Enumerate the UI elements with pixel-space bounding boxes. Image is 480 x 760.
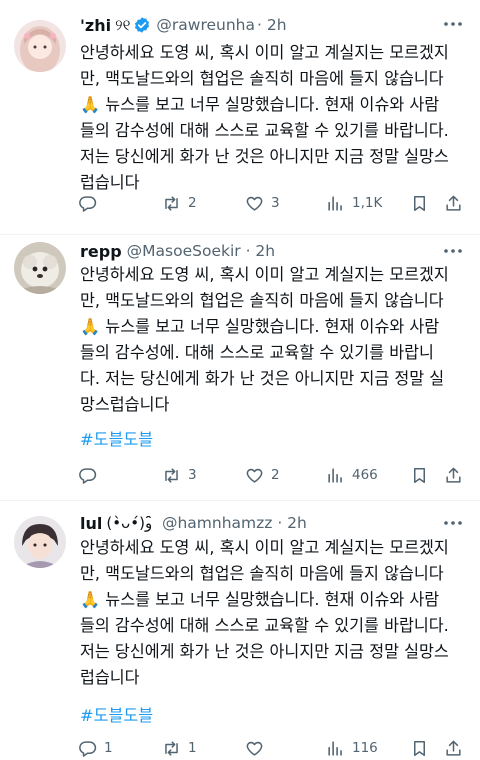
user-handle[interactable]: @rawreunha <box>156 16 255 34</box>
views-button[interactable]: 116 <box>326 736 378 760</box>
tweet-2[interactable]: repp @MasoeSoekir · 2h 안녕하세요 도영 씨, 혹시 이미… <box>0 236 480 498</box>
views-icon <box>328 740 342 756</box>
bookmark-button[interactable] <box>410 736 429 760</box>
heart-icon <box>246 196 263 211</box>
retweet-count: 1 <box>188 740 197 756</box>
reply-icon <box>79 195 97 212</box>
like-count: 2 <box>271 467 280 483</box>
avatar[interactable] <box>14 516 66 568</box>
bookmark-icon <box>413 467 426 483</box>
bookmark-icon <box>413 740 426 756</box>
retweet-count: 3 <box>188 467 197 483</box>
tweet-actions: 1 1 116 <box>78 736 478 760</box>
tweet-text-line: 저는 당신에게 화가 난 것은 아니지만 지금 정말 실망스 <box>80 147 449 166</box>
tweet-text-line: 들의 감수성에. 대해 스스로 교육할 수 있기를 바랍니 <box>80 343 434 362</box>
retweet-button[interactable]: 1 <box>162 736 197 760</box>
tweet-text-line: 만, 맥도날드와의 협업은 솔직히 마음에 들지 않습니다 <box>80 564 444 583</box>
reply-button[interactable] <box>78 463 104 487</box>
share-icon <box>446 740 461 756</box>
tweet-text: 안녕하세요 도영 씨, 혹시 이미 알고 계실지는 모르겠지 만, 맥도날드와의… <box>80 40 472 196</box>
share-button[interactable] <box>444 463 463 487</box>
tweet-header: lul (•̀ᴗ•́)و ̑̑ @hamnhamzz · 2h <box>80 512 468 534</box>
tweet-text-line: 만, 맥도날드와의 협업은 솔직히 마음에 들지 않습니다 <box>80 69 444 88</box>
share-button[interactable] <box>444 736 463 760</box>
divider <box>0 234 480 235</box>
reply-icon <box>79 740 97 757</box>
share-icon <box>446 467 461 483</box>
display-name-symbol: ୨୧ <box>115 16 131 34</box>
tweet-text-line: 안녕하세요 도영 씨, 혹시 이미 알고 계실지는 모르겠지 <box>80 43 449 62</box>
like-button[interactable] <box>245 736 271 760</box>
hashtag-link[interactable]: #도블도블 <box>80 702 153 726</box>
tweet-text-line: 🙏 뉴스를 보고 너무 실망했습니다. 현재 이슈와 사람 <box>80 590 440 609</box>
retweet-icon <box>165 740 178 756</box>
hashtag-link[interactable]: #도블도블 <box>80 426 153 450</box>
user-handle[interactable]: @MasoeSoekir · 2h <box>127 242 275 260</box>
tweet-text-line: 만, 맥도날드와의 협업은 솔직히 마음에 들지 않습니다 <box>80 291 444 310</box>
like-button[interactable]: 2 <box>245 463 280 487</box>
views-icon <box>328 195 342 211</box>
tweet-text-line: 🙏 뉴스를 보고 너무 실망했습니다. 현재 이슈와 사람 <box>80 95 440 114</box>
bookmark-button[interactable] <box>410 463 429 487</box>
views-button[interactable]: 1,1K <box>326 191 382 215</box>
more-icon[interactable] <box>442 243 464 259</box>
tweet-header: 'zhi ୨୧ @rawreunha · 2h <box>80 14 468 36</box>
display-name[interactable]: lul <box>80 514 102 533</box>
display-name-symbol: (•̀ᴗ•́)و ̑̑ <box>106 514 157 532</box>
bookmark-icon <box>413 195 426 211</box>
display-name[interactable]: repp <box>80 242 122 261</box>
retweet-button[interactable]: 2 <box>162 191 197 215</box>
reply-icon <box>79 467 97 484</box>
tweet-text-line: 다. 저는 당신에게 화가 난 것은 아니지만 지금 정말 실 <box>80 369 445 388</box>
like-count: 3 <box>271 195 280 211</box>
share-button[interactable] <box>444 191 463 215</box>
tweet-text-line: 들의 감수성에 대해 스스로 교육할 수 있기를 바랍니다. <box>80 616 449 635</box>
views-count: 116 <box>352 740 378 756</box>
views-icon <box>328 467 342 483</box>
tweet-text-line: 저는 당신에게 화가 난 것은 아니지만 지금 정말 실망스 <box>80 642 449 661</box>
tweet-text-line: 럽습니다 <box>80 668 140 687</box>
divider <box>0 500 480 501</box>
heart-icon <box>246 468 263 483</box>
tweet-time[interactable]: · 2h <box>257 16 287 34</box>
tweet-actions: 3 2 466 <box>78 463 478 487</box>
display-name[interactable]: 'zhi <box>80 16 111 35</box>
retweet-icon <box>165 195 178 211</box>
bookmark-button[interactable] <box>410 191 429 215</box>
tweet-text: 안녕하세요 도영 씨, 혹시 이미 알고 계실지는 모르겠지 만, 맥도날드와의… <box>80 262 472 418</box>
tweet-actions: 2 3 1,1K <box>78 191 478 215</box>
reply-button[interactable] <box>78 191 104 215</box>
tweet-text: 안녕하세요 도영 씨, 혹시 이미 알고 계실지는 모르겠지 만, 맥도날드와의… <box>80 535 472 691</box>
user-handle[interactable]: @hamnhamzz · 2h <box>162 514 307 532</box>
tweet-text-line: 들의 감수성에 대해 스스로 교육할 수 있기를 바랍니다. <box>80 121 449 140</box>
like-button[interactable]: 3 <box>245 191 280 215</box>
retweet-button[interactable]: 3 <box>162 463 197 487</box>
tweet-text-line: 안녕하세요 도영 씨, 혹시 이미 알고 계실지는 모르겠지 <box>80 265 449 284</box>
tweet-text-line: 망스럽습니다 <box>80 395 170 414</box>
reply-count: 1 <box>104 740 113 756</box>
retweet-count: 2 <box>188 195 197 211</box>
views-count: 1,1K <box>352 195 383 211</box>
tweet-text-line: 🙏 뉴스를 보고 너무 실망했습니다. 현재 이슈와 사람 <box>80 317 440 336</box>
heart-icon <box>246 741 263 756</box>
more-icon[interactable] <box>442 16 464 32</box>
avatar[interactable] <box>14 242 66 294</box>
views-count: 466 <box>352 467 378 483</box>
tweet-3[interactable]: lul (•̀ᴗ•́)و ̑̑ @hamnhamzz · 2h 안녕하세요 도영… <box>0 502 480 758</box>
avatar[interactable] <box>14 20 66 72</box>
more-icon[interactable] <box>442 515 464 531</box>
tweet-text-line: 안녕하세요 도영 씨, 혹시 이미 알고 계실지는 모르겠지 <box>80 538 449 557</box>
views-button[interactable]: 466 <box>326 463 378 487</box>
tweet-header: repp @MasoeSoekir · 2h <box>80 240 468 262</box>
verified-badge-icon <box>135 17 150 33</box>
tweet-1[interactable]: 'zhi ୨୧ @rawreunha · 2h 안녕하세요 도영 씨, 혹시 이… <box>0 0 480 236</box>
retweet-icon <box>165 467 178 483</box>
reply-button[interactable]: 1 <box>78 736 113 760</box>
share-icon <box>446 195 461 211</box>
